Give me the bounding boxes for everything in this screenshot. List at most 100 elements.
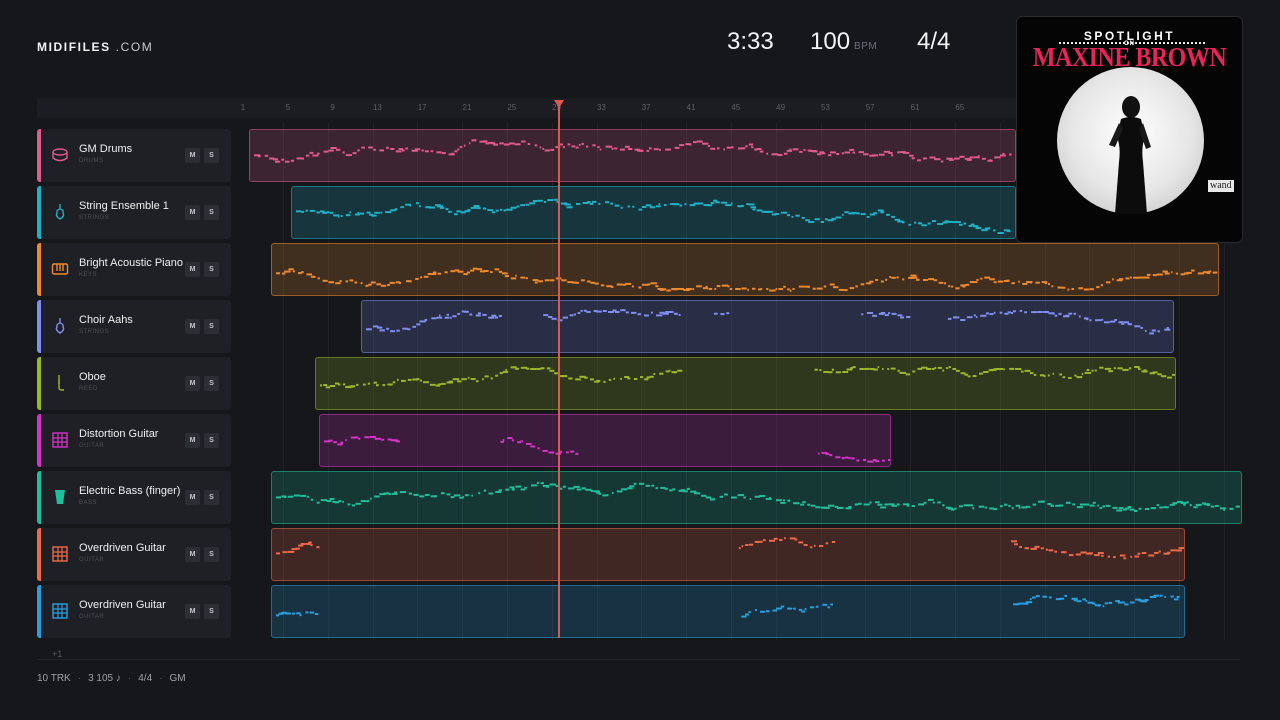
ruler-bar-label: 13 — [372, 103, 382, 112]
mute-button[interactable]: M — [185, 319, 200, 334]
solo-button[interactable]: S — [204, 262, 219, 277]
note-pattern — [276, 537, 1184, 560]
mute-button[interactable]: M — [185, 547, 200, 562]
track-color-bar — [37, 528, 41, 581]
track-name: GM Drums — [79, 143, 133, 155]
note-pattern — [276, 481, 1240, 512]
track-category: KEYS — [79, 272, 98, 278]
ruler-bar-label: 61 — [910, 103, 920, 112]
singer-silhouette-icon — [1109, 96, 1151, 214]
track-header[interactable]: Bright Acoustic Piano KEYS M S — [37, 243, 231, 296]
track-header[interactable]: GM Drums DRUMS M S — [37, 129, 231, 182]
mute-button[interactable]: M — [185, 148, 200, 163]
track-name: String Ensemble 1 — [79, 200, 169, 212]
footer-stats: 10 TRK · 3 105 ♪ · 4/4 · GM — [37, 673, 186, 684]
logo-bold: MIDIFILES — [37, 40, 111, 54]
footer-signature: 4/4 — [138, 673, 153, 684]
site-logo[interactable]: MIDIFILES .COM — [37, 40, 153, 54]
mute-button[interactable]: M — [185, 490, 200, 505]
track-color-bar — [37, 300, 41, 353]
solo-button[interactable]: S — [204, 490, 219, 505]
track-category: GUITAR — [79, 443, 105, 449]
track-region[interactable] — [291, 186, 1016, 239]
ruler-bar-label: 65 — [955, 103, 965, 112]
track-header[interactable]: Distortion Guitar GUITAR M S — [37, 414, 231, 467]
solo-button[interactable]: S — [204, 547, 219, 562]
track-region[interactable] — [315, 357, 1176, 410]
tempo-display: 100 BPM — [810, 28, 877, 56]
more-tracks-indicator[interactable]: +1 — [52, 649, 62, 659]
note-pattern — [254, 139, 1012, 163]
track-name: Overdriven Guitar — [79, 542, 166, 554]
solo-button[interactable]: S — [204, 376, 219, 391]
reed-icon — [51, 374, 69, 392]
track-category: STRINGS — [79, 215, 110, 221]
track-color-bar — [37, 471, 41, 524]
track-region[interactable] — [319, 414, 891, 467]
ruler-bar-label: 21 — [462, 103, 472, 112]
track-region[interactable] — [271, 528, 1185, 581]
track-header[interactable]: Overdriven Guitar GUITAR M S — [37, 528, 231, 581]
ruler-bar-label: 49 — [776, 103, 786, 112]
ruler-bar-label: 53 — [820, 103, 830, 112]
time-signature: 4/4 — [917, 28, 951, 55]
note-pattern — [320, 366, 1175, 389]
guitar-grid-icon — [51, 545, 69, 563]
track-name: Electric Bass (finger) — [79, 485, 181, 497]
track-header[interactable]: Electric Bass (finger) BASS M S — [37, 471, 231, 524]
mute-button[interactable]: M — [185, 376, 200, 391]
ruler-bar-label: 37 — [641, 103, 651, 112]
note-pattern — [296, 198, 1011, 234]
solo-button[interactable]: S — [204, 604, 219, 619]
track-category: BASS — [79, 500, 98, 506]
track-region[interactable] — [271, 243, 1219, 296]
drum-icon — [51, 146, 69, 164]
track-category: STRINGS — [79, 329, 110, 335]
guitar-grid-icon — [51, 431, 69, 449]
footer-divider — [37, 659, 1240, 660]
piano-icon — [51, 260, 69, 278]
bass-icon — [51, 488, 69, 506]
solo-button[interactable]: S — [204, 148, 219, 163]
track-region[interactable] — [361, 300, 1174, 353]
footer-standard: GM — [169, 673, 186, 684]
ruler-bar-label: 41 — [686, 103, 696, 112]
note-pattern — [276, 267, 1218, 292]
track-category: DRUMS — [79, 158, 104, 164]
tempo-unit: BPM — [854, 41, 878, 52]
ruler-bar-label: 9 — [330, 103, 335, 112]
track-region[interactable] — [271, 585, 1185, 638]
mute-button[interactable]: M — [185, 262, 200, 277]
ruler-bar-label: 45 — [731, 103, 741, 112]
track-color-bar — [37, 357, 41, 410]
cover-spotlight — [1057, 67, 1204, 214]
solo-button[interactable]: S — [204, 205, 219, 220]
track-name: Overdriven Guitar — [79, 599, 166, 611]
track-header[interactable]: Overdriven Guitar GUITAR M S — [37, 585, 231, 638]
ruler-bar-label: 57 — [865, 103, 875, 112]
mute-button[interactable]: M — [185, 205, 200, 220]
track-header[interactable]: String Ensemble 1 STRINGS M S — [37, 186, 231, 239]
song-duration: 3:33 — [727, 28, 774, 55]
mute-button[interactable]: M — [185, 604, 200, 619]
album-cover: SPOTLIGHT ON MAXINE BROWN wand — [1016, 16, 1243, 243]
ruler-bar-label: 5 — [285, 103, 291, 112]
track-region[interactable] — [271, 471, 1242, 524]
track-color-bar — [37, 585, 41, 638]
footer-note-count: 3 105 ♪ — [88, 673, 121, 684]
note-pattern — [324, 436, 890, 463]
mute-button[interactable]: M — [185, 433, 200, 448]
guitar-grid-icon — [51, 602, 69, 620]
track-color-bar — [37, 243, 41, 296]
note-pattern — [366, 309, 1171, 335]
track-category: GUITAR — [79, 557, 105, 563]
tempo-value: 100 — [810, 28, 851, 55]
track-header[interactable]: Choir Aahs STRINGS M S — [37, 300, 231, 353]
track-region[interactable] — [249, 129, 1016, 182]
solo-button[interactable]: S — [204, 433, 219, 448]
note-pattern — [276, 594, 1180, 618]
solo-button[interactable]: S — [204, 319, 219, 334]
track-category: GUITAR — [79, 614, 105, 620]
playhead[interactable] — [558, 104, 560, 638]
track-header[interactable]: Oboe REED M S — [37, 357, 231, 410]
